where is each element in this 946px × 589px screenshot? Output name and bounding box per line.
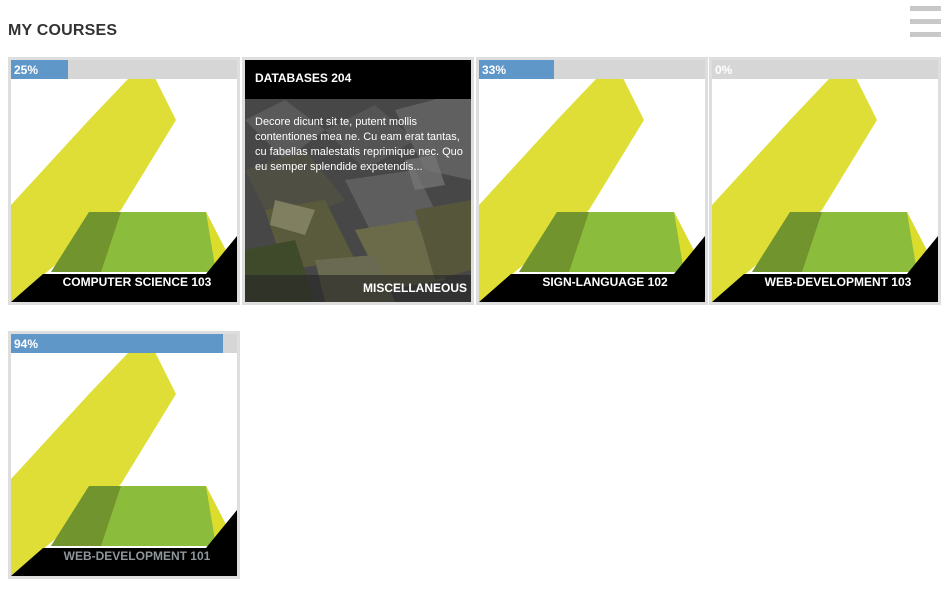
- course-header-bar: DATABASES 204: [245, 60, 471, 99]
- course-title: COMPUTER SCIENCE 103: [62, 275, 212, 289]
- course-logo-icon: [11, 60, 237, 302]
- progress-label: 94%: [14, 337, 39, 351]
- course-logo-icon: [712, 60, 938, 302]
- page-title: MY COURSES: [8, 22, 118, 39]
- course-description: Decore dicunt sit te, putent mollis cont…: [255, 116, 463, 173]
- course-card-computer-science-103[interactable]: 25% COMPUTER SCIENCE 103: [8, 57, 240, 305]
- progress-label: 33%: [482, 63, 507, 77]
- progress-label: 25%: [14, 63, 39, 77]
- course-logo-icon: [479, 60, 705, 302]
- course-card-web-development-103[interactable]: 0% WEB-DEVELOPMENT 103: [709, 57, 941, 305]
- course-category: MISCELLANEOUS: [362, 281, 467, 295]
- progress-fill: [11, 334, 224, 353]
- course-card-web-development-101[interactable]: 94% WEB-DEVELOPMENT 101: [8, 331, 240, 579]
- progress-bar: 0%: [712, 60, 938, 79]
- hamburger-menu-icon[interactable]: [910, 6, 941, 37]
- progress-label: 0%: [715, 63, 733, 77]
- course-title: DATABASES 204: [255, 71, 352, 85]
- course-card-databases-204[interactable]: DATABASES 204 Decore dicunt sit te, pute…: [242, 57, 474, 305]
- course-title: WEB-DEVELOPMENT 103: [764, 275, 912, 289]
- course-logo-icon: [11, 334, 237, 576]
- course-card-sign-language-102[interactable]: 33% SIGN-LANGUAGE 102: [476, 57, 708, 305]
- progress-bar: 33%: [479, 60, 705, 79]
- progress-bar: 25%: [11, 60, 237, 79]
- course-footer: MISCELLANEOUS: [245, 275, 471, 302]
- course-title: WEB-DEVELOPMENT 101: [63, 549, 211, 563]
- progress-bar: 94%: [11, 334, 237, 353]
- course-title: SIGN-LANGUAGE 102: [542, 275, 668, 289]
